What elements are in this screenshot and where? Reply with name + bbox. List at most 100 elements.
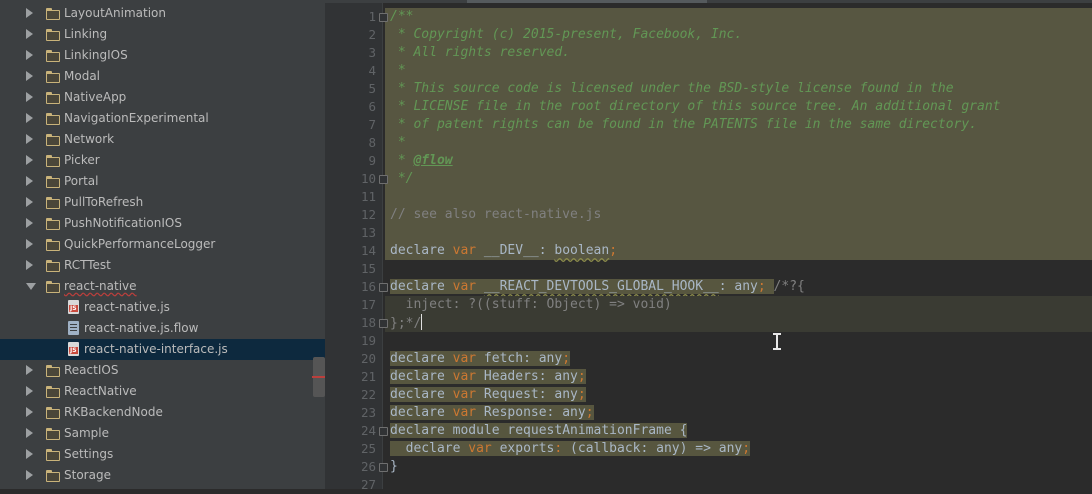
tree-item[interactable]: react-native (0, 276, 325, 297)
code-line[interactable]: * (390, 62, 406, 80)
line-number: 25 (360, 441, 376, 456)
tree-item[interactable]: react-native.js (0, 297, 325, 318)
project-tree[interactable]: LayoutAnimation Linking LinkingIOS Modal Nat… (0, 0, 325, 489)
code-line[interactable]: inject: ?((stuff: Object) => void) (390, 296, 672, 314)
code-line[interactable]: * LICENSE file in the root directory of … (390, 98, 1001, 116)
code-token: __REACT_DEVTOOLS_GLOBAL_HOOK__ (483, 279, 719, 294)
folder-icon (46, 8, 60, 20)
expand-right-arrow-icon[interactable] (26, 386, 33, 396)
tree-item-label: Modal (64, 69, 100, 83)
active-editor-tab[interactable] (467, 0, 707, 3)
code-token: } (390, 459, 398, 474)
tree-item[interactable]: Linking (0, 24, 325, 45)
folder-icon (46, 281, 60, 293)
tree-item[interactable]: Sample (0, 423, 325, 444)
expand-right-arrow-icon[interactable] (26, 71, 33, 81)
tree-item[interactable]: ReactIOS (0, 360, 325, 381)
expand-right-arrow-icon[interactable] (26, 155, 33, 165)
expand-right-arrow-icon[interactable] (26, 407, 33, 417)
line-number: 23 (360, 405, 376, 420)
expand-right-arrow-icon[interactable] (26, 470, 33, 480)
expand-right-arrow-icon[interactable] (26, 239, 33, 249)
tree-item[interactable]: NavigationExperimental (0, 108, 325, 129)
expand-right-arrow-icon[interactable] (26, 29, 33, 39)
code-line[interactable]: declare module requestAnimationFrame { (390, 422, 688, 440)
code-line[interactable]: * of patent rights can be found in the P… (390, 116, 977, 134)
code-line[interactable]: */ (390, 170, 414, 188)
code-line[interactable]: declare var exports: (callback: any) => … (390, 440, 751, 458)
code-line[interactable]: * @flow (390, 152, 453, 170)
fold-toggle-icon[interactable] (379, 175, 388, 184)
line-number: 11 (360, 189, 376, 204)
code-line[interactable]: declare var __DEV__: boolean; (390, 242, 617, 260)
expand-right-arrow-icon[interactable] (26, 8, 33, 18)
code-line[interactable]: declare var Request: any; (390, 386, 586, 404)
tree-item[interactable]: Storage (0, 465, 325, 486)
code-line[interactable]: declare var Response: any; (390, 404, 594, 422)
tree-item[interactable]: Modal (0, 66, 325, 87)
line-number: 6 (368, 99, 376, 114)
gutter-separator (382, 3, 383, 489)
expand-right-arrow-icon[interactable] (26, 428, 33, 438)
code-token: Request: any (476, 387, 578, 402)
expand-right-arrow-icon[interactable] (26, 50, 33, 60)
tree-item[interactable]: RCTTest (0, 255, 325, 276)
code-token: @flow (413, 153, 453, 168)
code-line[interactable]: * Copyright (c) 2015-present, Facebook, … (390, 26, 742, 44)
code-token: ; (742, 441, 751, 456)
expand-right-arrow-icon[interactable] (26, 113, 33, 123)
folder-icon (46, 449, 60, 461)
fold-toggle-icon[interactable] (379, 319, 388, 328)
code-line[interactable]: // see also react-native.js (390, 206, 601, 224)
code-line[interactable]: declare var Headers: any; (390, 368, 586, 386)
code-line[interactable]: * (390, 134, 406, 152)
folder-icon (46, 407, 60, 419)
code-line[interactable]: };*/ (390, 314, 423, 333)
tree-item-label: ReactIOS (64, 363, 119, 377)
tree-item[interactable]: ReactNative (0, 381, 325, 402)
tree-item[interactable]: Picker (0, 150, 325, 171)
expand-down-arrow-icon[interactable] (26, 283, 36, 290)
tree-item-label: NativeApp (64, 90, 127, 104)
code-line[interactable]: declare var fetch: any; (390, 350, 571, 368)
code-line[interactable]: * All rights reserved. (390, 44, 570, 62)
tree-item-label: react-native (64, 279, 137, 293)
tree-item[interactable]: Network (0, 129, 325, 150)
folder-icon (46, 239, 60, 251)
expand-right-arrow-icon[interactable] (26, 449, 33, 459)
code-token: requestAnimationFrame (507, 423, 680, 438)
code-line[interactable]: * This source code is licensed under the… (390, 80, 954, 98)
expand-right-arrow-icon[interactable] (26, 176, 33, 186)
tree-item[interactable]: QuickPerformanceLogger (0, 234, 325, 255)
code-token: declare (390, 405, 453, 420)
code-token: inject: ?((stuff: Object) => void) (390, 297, 672, 312)
tree-item[interactable]: react-native-interface.js (0, 339, 325, 360)
code-line[interactable]: } (390, 458, 398, 476)
fold-toggle-icon[interactable] (379, 283, 388, 292)
fold-toggle-icon[interactable] (379, 463, 388, 472)
code-token: */ (390, 171, 414, 186)
tree-item[interactable]: Portal (0, 171, 325, 192)
tree-item[interactable]: PullToRefresh (0, 192, 325, 213)
tree-item[interactable]: PushNotificationIOS (0, 213, 325, 234)
code-line[interactable]: /** (390, 8, 413, 26)
folder-icon (46, 134, 60, 146)
code-token: var (452, 387, 477, 402)
tree-item[interactable]: react-native.js.flow (0, 318, 325, 339)
editor-tab-strip (325, 0, 1092, 3)
fold-toggle-icon[interactable] (379, 427, 388, 436)
line-number: 13 (360, 225, 376, 240)
expand-right-arrow-icon[interactable] (26, 92, 33, 102)
tree-item[interactable]: RKBackendNode (0, 402, 325, 423)
fold-toggle-icon[interactable] (379, 13, 388, 22)
expand-right-arrow-icon[interactable] (26, 260, 33, 270)
tree-item[interactable]: LinkingIOS (0, 45, 325, 66)
expand-right-arrow-icon[interactable] (26, 134, 33, 144)
tree-item[interactable]: LayoutAnimation (0, 3, 325, 24)
code-line[interactable]: declare var __REACT_DEVTOOLS_GLOBAL_HOOK… (390, 278, 805, 296)
tree-item[interactable]: NativeApp (0, 87, 325, 108)
expand-right-arrow-icon[interactable] (26, 218, 33, 228)
tree-item[interactable]: Settings (0, 444, 325, 465)
expand-right-arrow-icon[interactable] (26, 197, 33, 207)
expand-right-arrow-icon[interactable] (26, 365, 33, 375)
